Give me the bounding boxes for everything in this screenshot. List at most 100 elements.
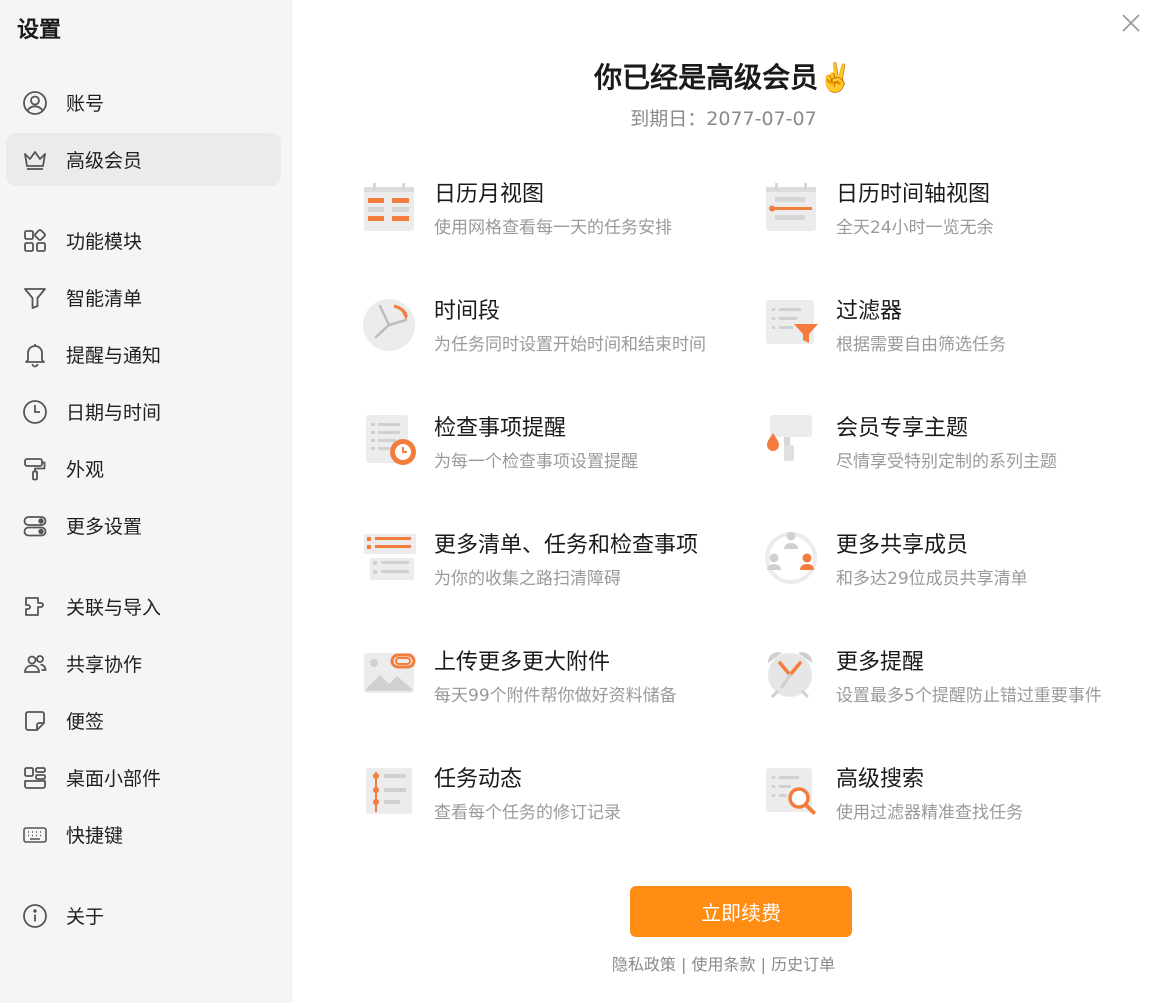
footer-separator: | [755,955,772,974]
feature-time-range: 时间段 为任务同时设置开始时间和结束时间 [362,298,742,378]
calendar-month-icon [362,181,418,237]
sidebar-item-label: 提醒与通知 [66,345,162,367]
sidebar-item-label: 日期与时间 [66,402,162,424]
feature-share-members: 更多共享成员 和多达29位成员共享清单 [764,531,1144,612]
feature-calendar-timeline: 日历时间轴视图 全天24小时一览无余 [764,181,1144,261]
sidebar-item-label: 关于 [66,906,105,928]
feature-more-lists: 更多清单、任务和检查事项 为你的收集之路扫清障碍 [362,532,742,612]
renew-button[interactable]: 立即续费 [630,886,852,937]
info-icon [22,903,48,929]
feature-title: 更多共享成员 [836,533,969,558]
bell-icon [22,342,48,368]
feature-more-reminders: 更多提醒 设置最多5个提醒防止错过重要事件 [764,649,1144,729]
feature-title: 会员专享主题 [836,416,969,441]
checklist-reminder-icon [362,415,418,471]
clock-icon [22,399,48,425]
theme-icon [764,415,820,471]
sidebar-item-appearance[interactable]: 外观 [6,442,281,495]
task-activity-icon [362,766,418,822]
attachment-icon [362,649,418,705]
privacy-policy-link[interactable]: 隐私政策 [612,955,676,974]
sidebar-item-label: 外观 [66,459,105,481]
sidebar-item-label: 高级会员 [66,150,143,172]
sidebar-item-shortcuts[interactable]: 快捷键 [6,808,281,861]
people-icon [22,651,48,677]
sidebar-item-smart-lists[interactable]: 智能清单 [6,271,281,324]
more-lists-icon [362,532,418,588]
feature-task-activity: 任务动态 查看每个任务的修订记录 [362,766,742,846]
feature-description: 为你的收集之路扫清障碍 [434,569,621,589]
sidebar-item-account[interactable]: 账号 [6,76,281,129]
feature-description: 为任务同时设置开始时间和结束时间 [434,335,706,355]
feature-description: 使用过滤器精准查找任务 [836,803,1023,823]
crown-icon [22,147,48,173]
toggles-icon [22,513,48,539]
feature-description: 根据需要自由筛选任务 [836,335,1006,355]
feature-attachments: 上传更多更大附件 每天99个附件帮你做好资料储备 [362,649,742,729]
sidebar-item-integrations[interactable]: 关联与导入 [6,580,281,633]
feature-title: 上传更多更大附件 [434,650,611,675]
sidebar-item-date-time[interactable]: 日期与时间 [6,385,281,438]
feature-title: 高级搜索 [836,767,925,792]
sidebar-item-label: 共享协作 [66,654,143,676]
feature-calendar-month: 日历月视图 使用网格查看每一天的任务安排 [362,181,742,261]
sidebar-item-collaboration[interactable]: 共享协作 [6,637,281,690]
feature-title: 时间段 [434,299,501,324]
order-history-link[interactable]: 历史订单 [771,955,835,974]
expiry-date: 到期日：2077-07-07 [630,108,817,130]
footer-separator: | [675,955,692,974]
user-icon [22,90,48,116]
share-members-icon [764,531,820,588]
filter-list-icon [764,298,820,354]
feature-description: 为每一个检查事项设置提醒 [434,452,638,472]
alarm-clock-icon [764,649,820,705]
feature-checklist-reminder: 检查事项提醒 为每一个检查事项设置提醒 [362,415,742,495]
feature-filters: 过滤器 根据需要自由筛选任务 [764,298,1144,378]
sidebar-item-label: 桌面小部件 [66,768,162,790]
advanced-search-icon [764,766,820,822]
feature-title: 任务动态 [434,767,523,792]
sidebar-item-label: 快捷键 [66,825,124,847]
sidebar-item-more-settings[interactable]: 更多设置 [6,499,281,552]
feature-title: 过滤器 [836,299,903,324]
sidebar-item-modules[interactable]: 功能模块 [6,214,281,267]
close-icon [1122,14,1140,32]
page-title: 你已经是高级会员✌️ [594,61,853,94]
sidebar-item-notes[interactable]: 便签 [6,694,281,747]
feature-title: 日历时间轴视图 [836,182,991,207]
sidebar-item-widgets[interactable]: 桌面小部件 [6,751,281,804]
sidebar-title: 设置 [17,18,62,43]
settings-sidebar: 设置 账号 高级会员 功能模块 智能清单 提醒与通知 日期与时间 外观 更多设置… [0,0,292,1003]
sidebar-item-label: 账号 [66,93,105,115]
feature-description: 设置最多5个提醒防止错过重要事件 [836,686,1102,706]
sidebar-item-label: 关联与导入 [66,597,162,619]
sidebar-item-label: 智能清单 [66,288,143,310]
filter-icon [22,285,48,311]
feature-title: 检查事项提醒 [434,416,567,441]
terms-of-use-link[interactable]: 使用条款 [691,955,755,974]
import-icon [22,594,48,620]
feature-description: 使用网格查看每一天的任务安排 [434,218,672,238]
sidebar-item-label: 便签 [66,711,105,733]
keyboard-icon [22,822,48,848]
sidebar-item-about[interactable]: 关于 [6,889,281,942]
feature-title: 日历月视图 [434,182,545,207]
feature-description: 尽情享受特别定制的系列主题 [836,452,1057,472]
feature-title: 更多清单、任务和检查事项 [434,533,699,558]
paint-roller-icon [22,456,48,482]
feature-premium-themes: 会员专享主题 尽情享受特别定制的系列主题 [764,415,1144,495]
sidebar-item-label: 更多设置 [66,516,143,538]
feature-description: 和多达29位成员共享清单 [836,569,1028,589]
modules-icon [22,228,48,254]
footer-links: 隐私政策 | 使用条款 | 历史订单 [292,951,1155,975]
feature-title: 更多提醒 [836,650,925,675]
feature-advanced-search: 高级搜索 使用过滤器精准查找任务 [764,766,1144,846]
sidebar-item-premium[interactable]: 高级会员 [6,133,281,186]
feature-description: 全天24小时一览无余 [836,218,994,238]
sidebar-item-notifications[interactable]: 提醒与通知 [6,328,281,381]
sidebar-item-label: 功能模块 [66,231,143,253]
sticky-note-icon [22,708,48,734]
close-button[interactable] [1118,10,1144,36]
time-range-icon [362,298,418,354]
widget-icon [22,765,48,791]
